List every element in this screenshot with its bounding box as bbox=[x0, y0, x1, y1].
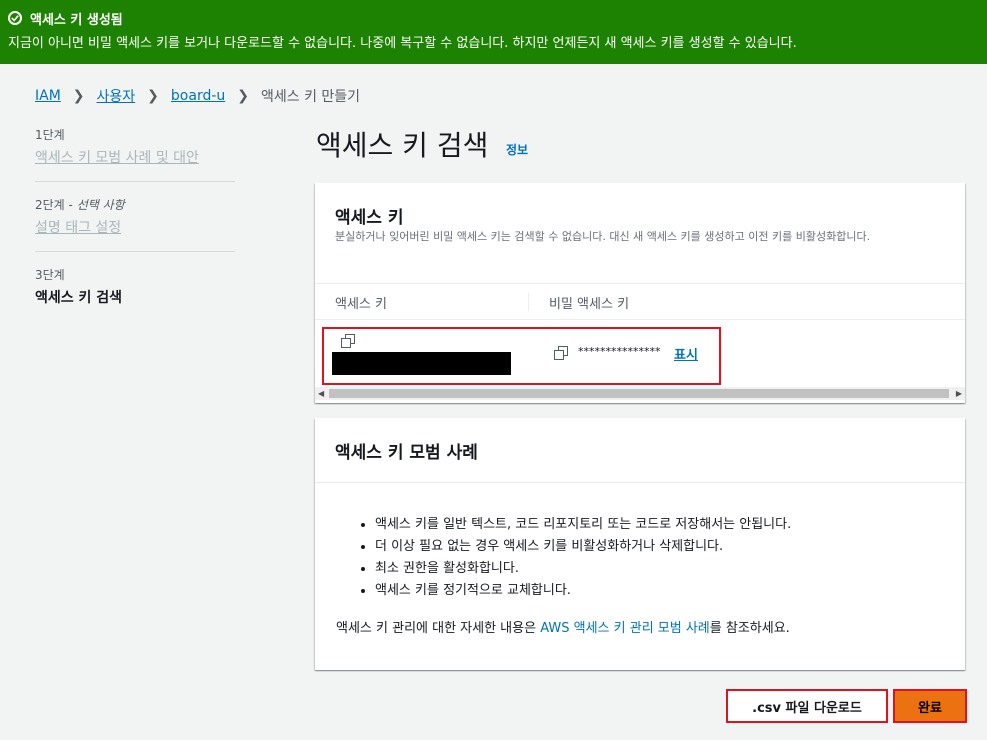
footer-suffix: 를 참조하세요. bbox=[709, 621, 790, 636]
download-csv-button[interactable]: .csv 파일 다운로드 bbox=[726, 689, 888, 723]
scroll-right-icon[interactable]: ▶ bbox=[956, 389, 962, 398]
footer-prefix: 액세스 키 관리에 대한 자세한 내용은 bbox=[336, 621, 541, 636]
success-banner: 액세스 키 생성됨 지금이 아니면 비밀 액세스 키를 보거나 다운로드할 수 … bbox=[0, 0, 987, 64]
list-item: 더 이상 필요 없는 경우 액세스 키를 비활성화하거나 삭제합니다. bbox=[375, 536, 791, 558]
breadcrumb-iam[interactable]: IAM bbox=[35, 88, 61, 104]
redacted-access-key bbox=[332, 352, 511, 375]
secret-key-masked: *************** bbox=[578, 345, 661, 358]
step-link[interactable]: 액세스 키 모범 사례 및 대안 bbox=[35, 147, 199, 167]
list-item: 액세스 키를 일반 텍스트, 코드 리포지토리 또는 코드로 저장해서는 안됩니… bbox=[375, 514, 791, 536]
best-practices-footer: 액세스 키 관리에 대한 자세한 내용은 AWS 액세스 키 관리 모범 사례를… bbox=[336, 617, 790, 636]
horizontal-scrollbar[interactable]: ◀ ▶ bbox=[315, 387, 965, 400]
info-link[interactable]: 정보 bbox=[506, 141, 528, 158]
chevron-right-icon: ❯ bbox=[237, 88, 249, 104]
step-current-label: 액세스 키 검색 bbox=[35, 290, 123, 306]
divider bbox=[315, 482, 965, 483]
best-practices-list: 액세스 키를 일반 텍스트, 코드 리포지토리 또는 코드로 저장해서는 안됩니… bbox=[375, 514, 791, 602]
card-description: 분실하거나 잊어버린 비밀 액세스 키는 검색할 수 없습니다. 대신 새 액세… bbox=[335, 230, 871, 243]
column-access-key: 액세스 키 bbox=[335, 297, 387, 312]
card-title: 액세스 키 모범 사례 bbox=[335, 443, 478, 463]
copy-icon[interactable] bbox=[341, 334, 355, 348]
step-2: 2단계 - 선택 사항 설명 태그 설정 bbox=[35, 196, 235, 252]
table-header: 액세스 키 비밀 액세스 키 bbox=[315, 283, 965, 320]
show-secret-link[interactable]: 표시 bbox=[674, 344, 698, 363]
page-title: 액세스 키 검색 bbox=[316, 129, 489, 162]
column-secret-key: 비밀 액세스 키 bbox=[549, 297, 630, 312]
scroll-left-icon[interactable]: ◀ bbox=[318, 389, 324, 398]
list-item: 액세스 키를 정기적으로 교체합니다. bbox=[375, 580, 791, 602]
breadcrumb: IAM ❯ 사용자 ❯ board-u ❯ 액세스 키 만들기 bbox=[35, 86, 360, 106]
breadcrumb-current: 액세스 키 만들기 bbox=[261, 89, 361, 105]
step-1: 1단계 액세스 키 모범 사례 및 대안 bbox=[35, 126, 235, 182]
list-item: 최소 권한을 활성화합니다. bbox=[375, 558, 791, 580]
scroll-thumb[interactable] bbox=[329, 389, 949, 398]
chevron-right-icon: ❯ bbox=[147, 88, 159, 104]
breadcrumb-users[interactable]: 사용자 bbox=[97, 86, 136, 106]
step-number: 3단계 bbox=[35, 268, 65, 282]
access-key-card: 액세스 키 분실하거나 잊어버린 비밀 액세스 키는 검색할 수 없습니다. 대… bbox=[315, 183, 965, 403]
copy-icon[interactable] bbox=[554, 346, 568, 360]
chevron-right-icon: ❯ bbox=[72, 88, 85, 104]
wizard-steps: 1단계 액세스 키 모범 사례 및 대안 2단계 - 선택 사항 설명 태그 설… bbox=[35, 126, 235, 335]
best-practices-link[interactable]: AWS 액세스 키 관리 모범 사례 bbox=[540, 621, 710, 636]
card-title: 액세스 키 bbox=[335, 208, 404, 228]
banner-title: 액세스 키 생성됨 bbox=[30, 12, 123, 28]
step-number: 2단계 - 선택 사항 bbox=[35, 198, 125, 212]
step-number: 1단계 bbox=[35, 128, 65, 142]
column-divider bbox=[528, 293, 529, 311]
best-practices-card: 액세스 키 모범 사례 액세스 키를 일반 텍스트, 코드 리포지토리 또는 코… bbox=[315, 418, 965, 670]
banner-message: 지금이 아니면 비밀 액세스 키를 보거나 다운로드할 수 없습니다. 나중에 … bbox=[8, 36, 797, 51]
check-circle-icon bbox=[8, 11, 22, 25]
done-button[interactable]: 완료 bbox=[893, 689, 967, 723]
step-link[interactable]: 설명 태그 설정 bbox=[35, 217, 121, 237]
breadcrumb-user[interactable]: board-u bbox=[171, 88, 225, 104]
step-3: 3단계 액세스 키 검색 bbox=[35, 266, 235, 321]
